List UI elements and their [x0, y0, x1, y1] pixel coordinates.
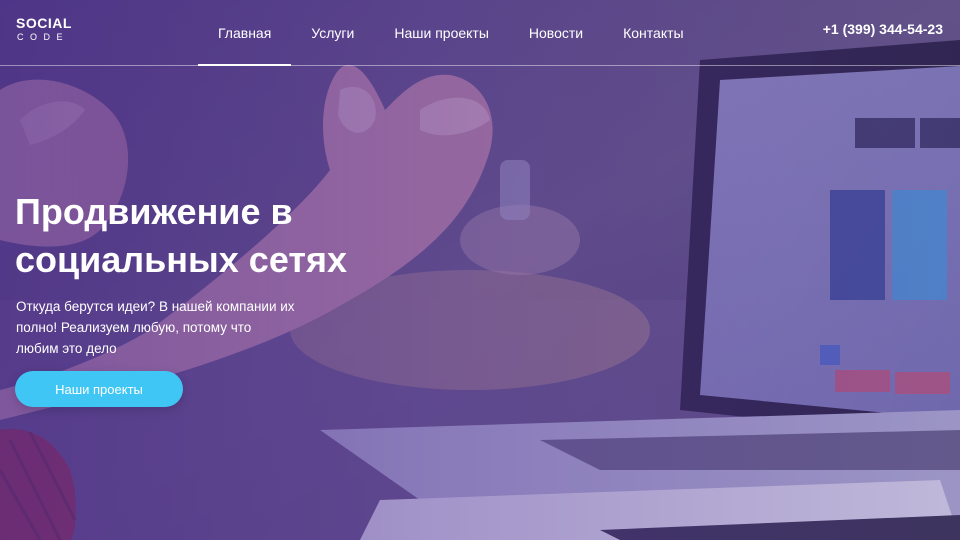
header-phone-link[interactable]: +1 (399) 344-54-23: [823, 21, 943, 37]
hero-subtitle: Откуда берутся идеи? В нашей компании их…: [16, 296, 295, 359]
nav-item-news[interactable]: Новости: [509, 0, 603, 65]
hero-title: Продвижение в социальных сетях: [15, 188, 435, 284]
site-header: SOCIAL CODE Главная Услуги Наши проекты …: [0, 0, 960, 66]
hero-subtitle-line: любим это дело: [16, 341, 117, 356]
hero-subtitle-line: Откуда берутся идеи? В нашей компании их: [16, 299, 295, 314]
nav-item-home[interactable]: Главная: [198, 0, 292, 66]
hero-section: SOCIAL CODE Главная Услуги Наши проекты …: [0, 0, 960, 540]
site-logo[interactable]: SOCIAL CODE: [16, 15, 72, 43]
hero-title-line: Продвижение в: [15, 191, 293, 232]
logo-wordmark-top: SOCIAL: [16, 15, 72, 31]
hero-title-line: социальных сетях: [15, 239, 348, 280]
nav-item-services[interactable]: Услуги: [291, 0, 374, 65]
logo-wordmark-bottom: CODE: [17, 32, 70, 42]
hero-subtitle-line: полно! Реализуем любую, потому что: [16, 320, 252, 335]
nav-item-projects[interactable]: Наши проекты: [374, 0, 509, 65]
main-nav: Главная Услуги Наши проекты Новости Конт…: [198, 0, 704, 66]
nav-item-contacts[interactable]: Контакты: [603, 0, 703, 65]
our-projects-button[interactable]: Наши проекты: [15, 371, 183, 407]
